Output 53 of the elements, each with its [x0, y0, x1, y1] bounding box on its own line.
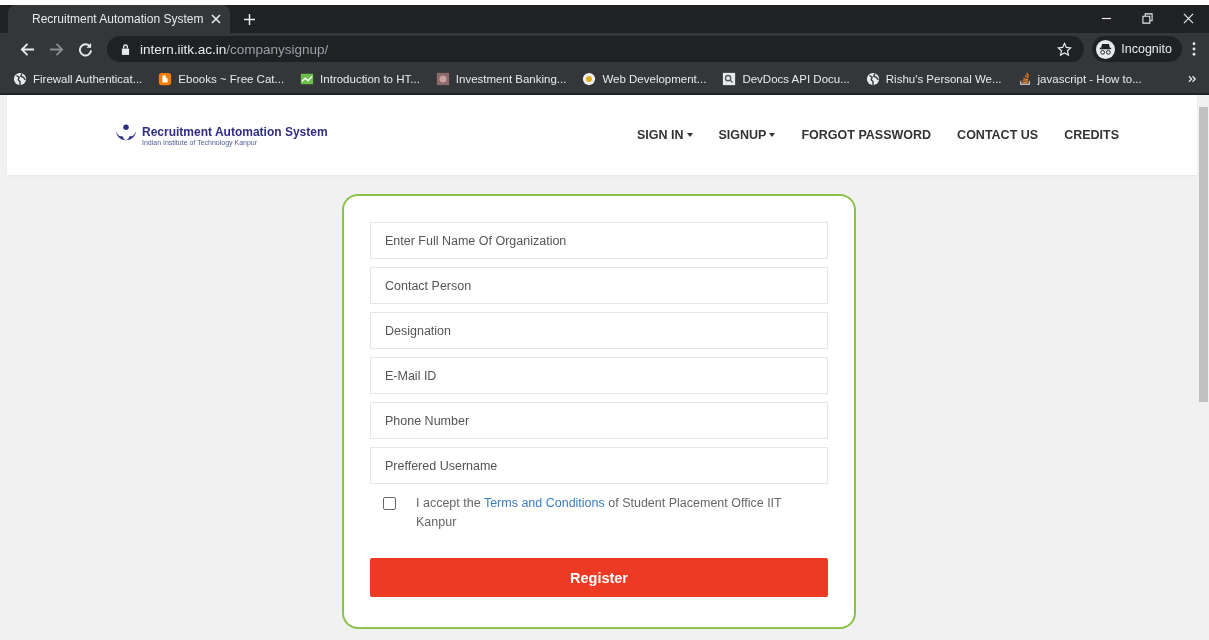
tab-title: Recruitment Automation System: [32, 12, 204, 26]
dropdown-menu-link[interactable]: SIGN IN: [637, 128, 693, 142]
scrollbar[interactable]: [1197, 95, 1209, 640]
incognito-icon: [1096, 39, 1116, 59]
globe-icon: [13, 72, 27, 86]
search-icon: [722, 72, 737, 86]
input-field[interactable]: Designation: [370, 312, 828, 349]
nav-link[interactable]: CREDITS: [1064, 128, 1119, 142]
bookmark[interactable]: Introduction to HT...: [300, 72, 420, 86]
terms-link[interactable]: Terms and Conditions: [483, 496, 605, 510]
register-button[interactable]: Register: [370, 558, 828, 597]
browser-tab[interactable]: Recruitment Automation System: [8, 5, 230, 33]
checkbox[interactable]: [383, 497, 396, 510]
image-icon: [435, 72, 450, 86]
coin-icon: [582, 72, 597, 86]
input-field[interactable]: Contact Person: [370, 267, 828, 304]
globe-icon: [865, 72, 880, 86]
back-arrow-icon[interactable]: [20, 41, 35, 57]
stack-icon: [1017, 72, 1032, 86]
more-bookmarks-icon[interactable]: [1188, 75, 1197, 83]
forward-arrow-icon[interactable]: [49, 41, 64, 57]
new-tab-icon[interactable]: [244, 14, 255, 25]
address-bar[interactable]: intern.iitk.ac.in/companysignup/: [107, 36, 1085, 62]
input-field[interactable]: Preffered Username: [370, 447, 828, 484]
bookmark[interactable]: Ebooks ~ Free Cat...: [158, 72, 285, 86]
scrollbar-thumb[interactable]: [1198, 107, 1208, 402]
bookmark[interactable]: Investment Banking...: [435, 72, 567, 86]
nav-link[interactable]: FORGOT PASSWORD: [801, 128, 932, 142]
bookmark[interactable]: Web Development...: [582, 72, 707, 86]
menu-icon[interactable]: [1192, 42, 1196, 56]
bookmark[interactable]: javascript - How to...: [1017, 72, 1142, 86]
site-title: Recruitment Automation System: [142, 124, 328, 139]
lock-icon: [121, 43, 130, 55]
close-icon[interactable]: [1183, 13, 1194, 24]
caret-icon: [686, 133, 693, 137]
dropdown-menu-link[interactable]: SIGNUP: [718, 128, 776, 142]
bookmark[interactable]: Firewall Authenticat...: [13, 72, 143, 86]
incognito-profile-button[interactable]: Incognito: [1092, 36, 1182, 62]
input-field[interactable]: Phone Number: [370, 402, 828, 439]
url-text: intern.iitk.ac.in/companysignup/: [140, 41, 329, 57]
input-field[interactable]: E-Mail ID: [370, 357, 828, 394]
star-icon[interactable]: [1057, 41, 1073, 57]
input-field[interactable]: Enter Full Name Of Organization: [370, 222, 828, 259]
caret-icon: [769, 133, 776, 137]
reload-icon[interactable]: [78, 41, 93, 57]
bookmark[interactable]: Rishu's Personal We...: [865, 72, 1002, 86]
bookmark[interactable]: DevDocs API Docu...: [722, 72, 850, 86]
terms-sentence: I accept the Terms and Conditions of Student Placement Office IIT Kanpur: [416, 495, 783, 531]
close-tab-icon[interactable]: [211, 14, 222, 24]
chart-icon: [300, 72, 315, 86]
restore-icon[interactable]: [1142, 13, 1153, 24]
nav-link[interactable]: CONTACT US: [957, 128, 1039, 142]
blog-icon: [158, 72, 173, 86]
